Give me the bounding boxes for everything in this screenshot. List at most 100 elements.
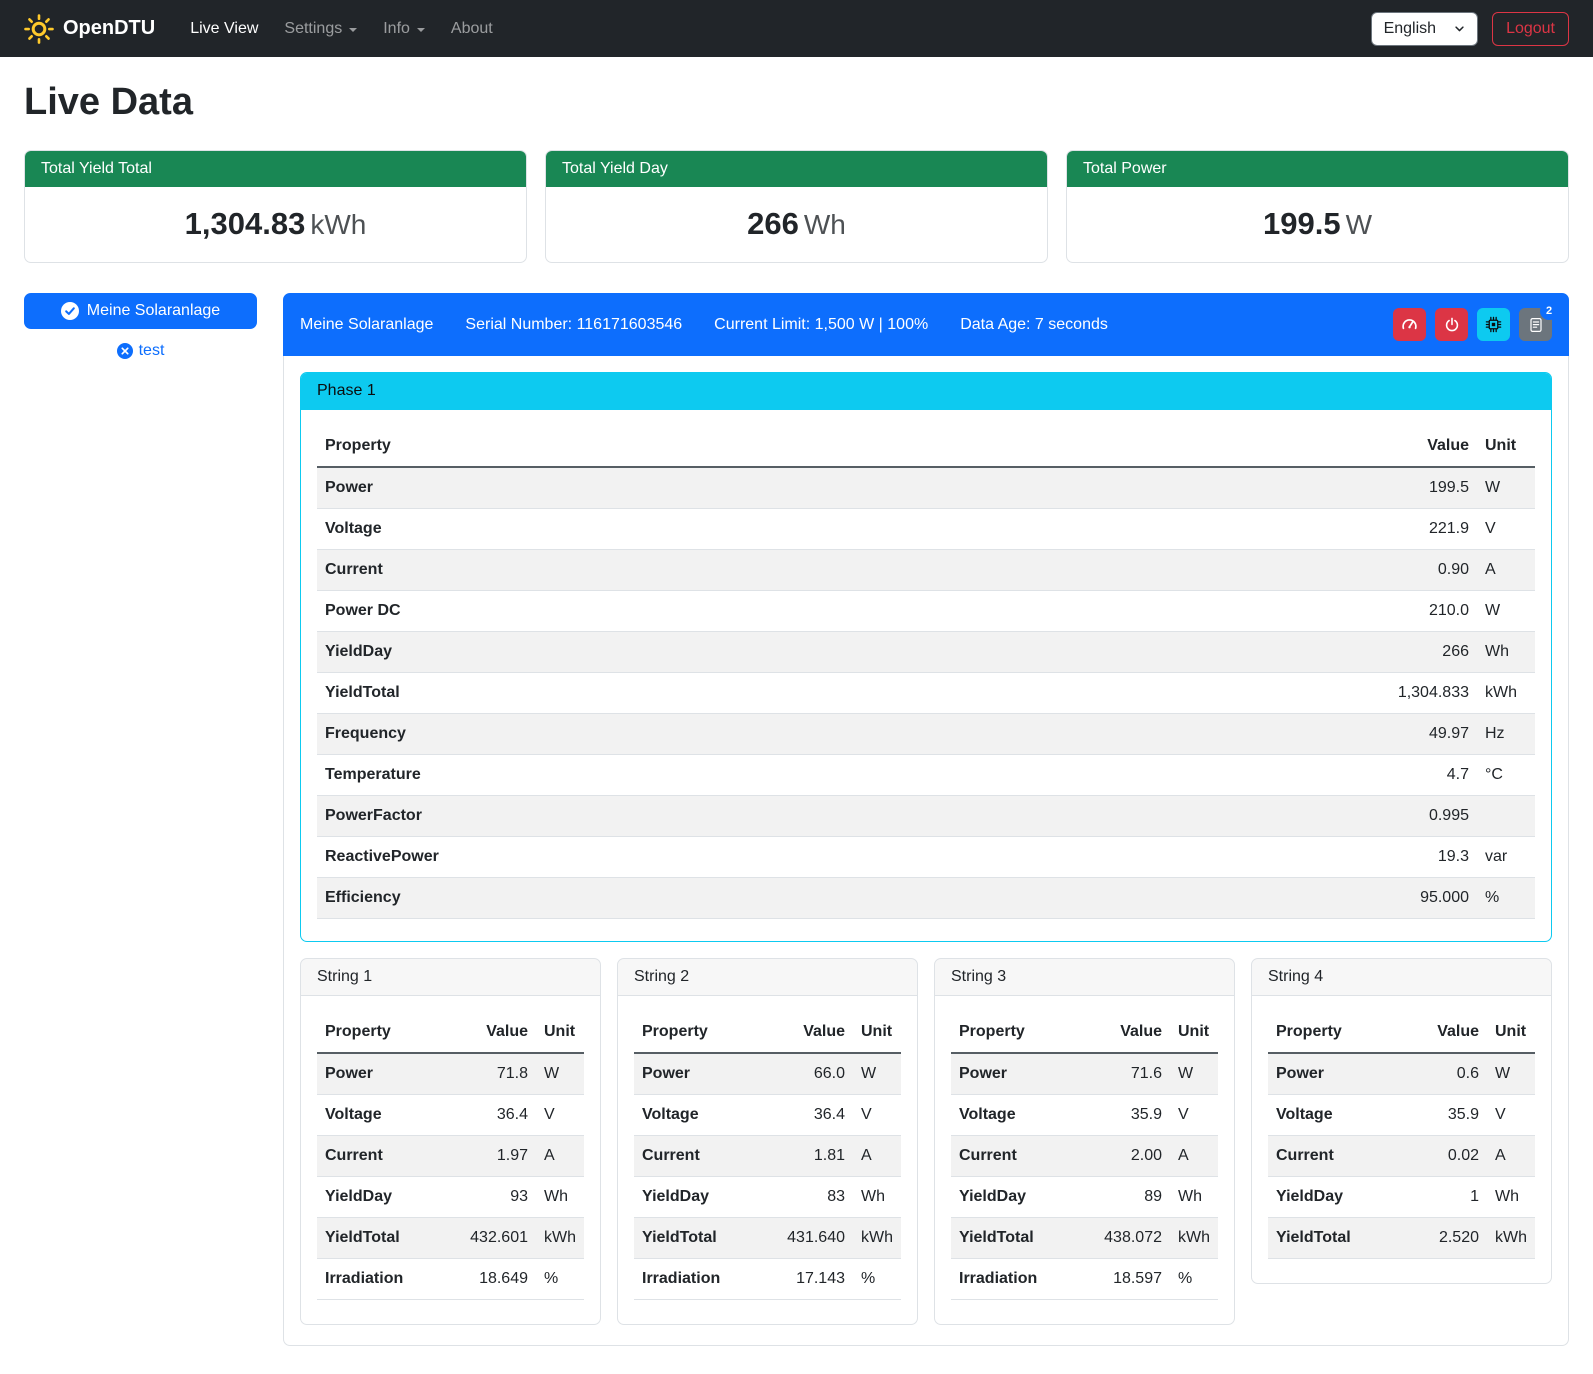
limit-settings-button[interactable] [1393,308,1426,341]
phase-card: Phase 1 Property Value Unit [300,372,1552,942]
property-name: ReactivePower [317,837,1317,878]
property-name: YieldDay [1268,1177,1391,1218]
table-row: Voltage 221.9 V [317,509,1535,550]
property-name: Power DC [317,591,1317,632]
chevron-down-icon [1454,23,1465,34]
property-unit: Wh [1477,632,1535,673]
property-unit: % [853,1259,901,1300]
property-value: 0.6 [1391,1053,1487,1095]
nav-item-about[interactable]: About [438,12,506,46]
nav-item-label: Info [383,20,410,38]
table-row: Current 2.00 A [951,1136,1218,1177]
property-name: Power [317,467,1317,509]
table-row: Irradiation 18.597 % [951,1259,1218,1300]
property-name: YieldTotal [317,1218,440,1259]
property-unit: % [536,1259,584,1300]
property-value: 36.4 [757,1095,853,1136]
table-header-row: Property Value Unit [317,1012,584,1053]
summary-card-body: 199.5W [1067,187,1568,262]
property-name: Current [634,1136,757,1177]
string-card-body: Property Value Unit Power 0.6 [1252,996,1551,1283]
property-name: Efficiency [317,878,1317,919]
device-info-button[interactable] [1477,308,1510,341]
inverter-select-active-button[interactable]: Meine Solaranlage [24,293,257,329]
inverter-panel-header: Meine Solaranlage Serial Number: 1161716… [283,293,1569,356]
nav-item-settings[interactable]: Settings [271,12,370,46]
logout-button[interactable]: Logout [1492,12,1569,46]
brand[interactable]: OpenDTU [24,14,155,44]
main-content: Live Data Total Yield Total 1,304.83kWh … [0,57,1593,1374]
event-log-button[interactable]: 2 [1519,308,1552,341]
property-value: 35.9 [1391,1095,1487,1136]
property-name: PowerFactor [317,796,1317,837]
property-unit [1477,796,1535,837]
nav-item-label: Live View [190,20,258,38]
property-value: 1.97 [440,1136,536,1177]
column-value: Value [1391,1012,1487,1053]
table-row: Frequency 49.97 Hz [317,714,1535,755]
property-unit: % [1170,1259,1218,1300]
column-unit: Unit [853,1012,901,1053]
inverter-name: Meine Solaranlage [300,316,433,334]
summary-value: 1,304.83 [185,206,306,241]
table-row: Power 66.0 W [634,1053,901,1095]
language-select[interactable]: English [1371,12,1478,46]
property-name: Power [951,1053,1074,1095]
property-unit: A [1170,1136,1218,1177]
table-row: Power 0.6 W [1268,1053,1535,1095]
nav-item-info[interactable]: Info [370,12,438,46]
property-name: YieldTotal [1268,1218,1391,1259]
property-name: Voltage [1268,1095,1391,1136]
property-name: Temperature [317,755,1317,796]
string-card-body: Property Value Unit Power 71.6 [935,996,1234,1324]
table-row: YieldTotal 438.072 kWh [951,1218,1218,1259]
property-value: 199.5 [1317,467,1477,509]
property-unit: °C [1477,755,1535,796]
power-button[interactable] [1435,308,1468,341]
property-value: 1.81 [757,1136,853,1177]
nav-item-live-view[interactable]: Live View [177,12,271,46]
table-row: YieldTotal 1,304.833 kWh [317,673,1535,714]
property-value: 2.520 [1391,1218,1487,1259]
table-row: Voltage 36.4 V [634,1095,901,1136]
property-name: YieldDay [317,632,1317,673]
phase-table: Property Value Unit Power 199.5 [317,426,1535,919]
summary-cards: Total Yield Total 1,304.83kWh Total Yiel… [24,150,1569,263]
navbar: OpenDTU Live View Settings Info About En… [0,0,1593,57]
column-unit: Unit [1170,1012,1218,1053]
property-unit: V [1170,1095,1218,1136]
property-name: Irradiation [317,1259,440,1300]
property-unit: W [1477,591,1535,632]
property-unit: A [1477,550,1535,591]
summary-card: Total Power 199.5W [1066,150,1569,263]
property-unit: A [1487,1136,1535,1177]
string-table: Property Value Unit Power 66.0 [634,1012,901,1300]
panel-actions: 2 [1393,308,1552,341]
property-unit: var [1477,837,1535,878]
property-name: Voltage [634,1095,757,1136]
table-row: Power 71.8 W [317,1053,584,1095]
property-unit: W [536,1053,584,1095]
property-value: 71.8 [440,1053,536,1095]
table-row: Temperature 4.7 °C [317,755,1535,796]
property-unit: kWh [1477,673,1535,714]
table-row: Current 1.81 A [634,1136,901,1177]
summary-card-title: Total Yield Day [546,151,1047,187]
phase-card-body: Property Value Unit Power 199.5 [301,410,1551,941]
property-value: 83 [757,1177,853,1218]
property-value: 93 [440,1177,536,1218]
inverter-panel-body: Phase 1 Property Value Unit [283,356,1569,1346]
property-value: 19.3 [1317,837,1477,878]
property-value: 0.995 [1317,796,1477,837]
property-value: 66.0 [757,1053,853,1095]
brand-label: OpenDTU [63,17,155,40]
property-name: YieldTotal [951,1218,1074,1259]
property-value: 4.7 [1317,755,1477,796]
inverter-select-test[interactable]: test [24,342,257,360]
summary-card: Total Yield Day 266Wh [545,150,1048,263]
string-card-3: String 3 Property Value Unit [934,958,1235,1325]
string-card-header: String 2 [618,959,917,996]
table-row: YieldTotal 2.520 kWh [1268,1218,1535,1259]
property-value: 221.9 [1317,509,1477,550]
property-value: 2.00 [1074,1136,1170,1177]
